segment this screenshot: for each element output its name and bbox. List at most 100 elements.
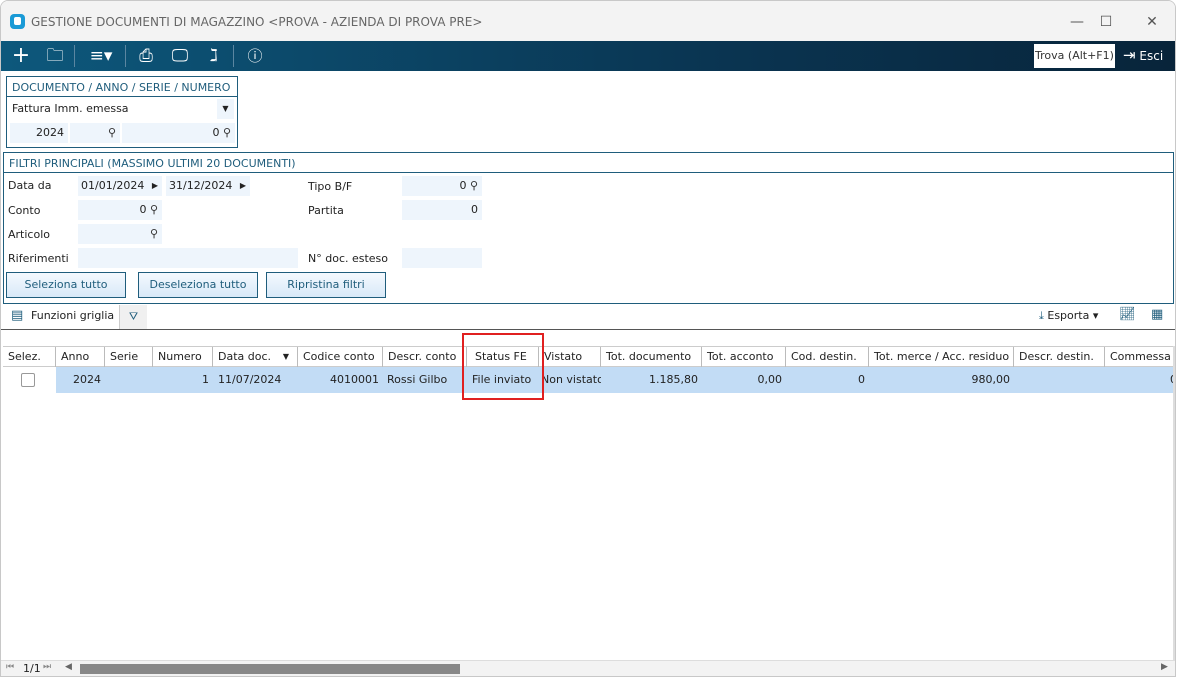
column-header[interactable]: Cod. destin. [786, 347, 869, 367]
sort-desc-icon: ▼ [282, 352, 289, 361]
series-field[interactable]: ⚲ [70, 123, 120, 143]
column-header[interactable]: Tot. documento [601, 347, 702, 367]
arrow-right-icon[interactable]: ▶ [152, 176, 158, 196]
filters-header: FILTRI PRINCIPALI (MASSIMO ULTIMI 20 DOC… [4, 153, 1173, 173]
cell-commessa: 0 [1105, 367, 1175, 393]
partita-label: Partita [308, 204, 344, 217]
maximize-button[interactable]: ☐ [1091, 11, 1121, 33]
cell-cod-destin: 0 [858, 373, 865, 386]
separator [74, 45, 75, 67]
cell-vistato: Non vistato [541, 373, 601, 386]
vertical-scrollbar[interactable] [1173, 346, 1175, 661]
account-value: 0 [139, 203, 147, 216]
partita-field[interactable]: 0 [402, 200, 482, 220]
date-to-field[interactable]: 31/12/2024 ▶ [166, 176, 250, 196]
account-field[interactable]: 0 ⚲ [78, 200, 162, 220]
grid-layout-icon[interactable]: ▦ [1151, 307, 1163, 322]
open-folder-icon[interactable]: 🗀 [42, 45, 68, 67]
window-title: GESTIONE DOCUMENTI DI MAGAZZINO <PROVA -… [31, 15, 483, 29]
row-select-checkbox[interactable] [21, 373, 35, 387]
scroll-right-icon[interactable]: ▶ [1161, 662, 1168, 672]
column-header[interactable]: Vistato [539, 347, 601, 367]
find-button[interactable]: Trova (Alt+F1) [1034, 44, 1115, 68]
date-from-field[interactable]: 01/01/2024 ▶ [78, 176, 162, 196]
ext-doc-field[interactable] [402, 248, 482, 268]
exit-label: Esci [1139, 49, 1164, 63]
article-field[interactable]: ⚲ [78, 224, 162, 244]
horizontal-scrollbar-thumb[interactable] [80, 664, 460, 674]
column-header[interactable]: Codice conto [298, 347, 383, 367]
export-label: Esporta [1047, 309, 1090, 322]
cell-descr-destin [1014, 367, 1105, 393]
date-from-label: Data da [8, 179, 52, 192]
chart-icon[interactable]: 📈︎ [1119, 307, 1136, 322]
search-icon[interactable]: ⚲ [223, 126, 231, 139]
references-label: Riferimenti [8, 252, 69, 265]
search-icon[interactable]: ⚲ [150, 203, 158, 216]
document-type-select[interactable]: Fattura Imm. emessa [12, 99, 129, 119]
app-icon [10, 14, 25, 29]
account-label: Conto [8, 204, 41, 217]
search-icon[interactable]: ⚲ [470, 179, 478, 192]
search-icon[interactable]: ⚲ [108, 126, 116, 139]
grid-header: Selez. Anno Serie Numero Data doc. ▼ Codi… [3, 346, 1175, 367]
column-header[interactable]: Data doc. ▼ [213, 347, 298, 367]
chevron-down-icon[interactable]: ▼ [217, 99, 234, 119]
cell-data: 11/07/2024 [218, 373, 282, 386]
select-all-button[interactable]: Seleziona tutto [6, 272, 126, 298]
search-icon[interactable]: ⚲ [150, 227, 158, 240]
close-button[interactable]: ✕ [1137, 11, 1167, 33]
arrow-right-icon[interactable]: ▶ [240, 176, 246, 196]
column-label: Data doc. [218, 350, 272, 363]
menu-icon[interactable]: ≡▾ [85, 45, 117, 67]
reset-filters-button[interactable]: Ripristina filtri [266, 272, 386, 298]
separator [233, 45, 234, 67]
deselect-all-button[interactable]: Deseleziona tutto [138, 272, 258, 298]
highlight-box [462, 333, 544, 400]
exit-button[interactable]: ⇥ Esci [1123, 45, 1163, 66]
minimize-button[interactable]: — [1062, 11, 1092, 33]
column-header[interactable]: Tot. acconto [702, 347, 786, 367]
number-field[interactable]: 0 ⚲ [122, 123, 235, 143]
type-bf-field[interactable]: 0 ⚲ [402, 176, 482, 196]
article-label: Articolo [8, 228, 50, 241]
cell-numero: 1 [202, 373, 209, 386]
number-value: 0 [212, 126, 220, 139]
column-header[interactable]: Selez. [3, 347, 56, 367]
cell-serie [105, 367, 153, 393]
ext-doc-label: N° doc. esteso [308, 252, 389, 265]
column-header[interactable]: Tot. merce / Acc. residuo [869, 347, 1014, 367]
references-field[interactable] [78, 248, 298, 268]
cell-tot-merce: 980,00 [971, 373, 1011, 386]
cell-descr-conto: Rossi Gilbo [387, 373, 448, 386]
column-header[interactable]: Numero [153, 347, 213, 367]
cell-codice-conto: 4010001 [330, 373, 379, 386]
column-header[interactable]: Serie [105, 347, 153, 367]
first-page-icon[interactable]: ⏮ [6, 662, 14, 672]
type-bf-value: 0 [459, 179, 467, 192]
download-icon: ⤓ [1039, 309, 1044, 322]
grid-functions-button[interactable]: Funzioni griglia [31, 306, 114, 326]
print-icon[interactable]: ⎙ [133, 45, 159, 67]
help-icon[interactable]: ⓘ [242, 45, 268, 67]
export-button[interactable]: ⤓ Esporta ▾ [1039, 306, 1098, 326]
scroll-left-icon[interactable]: ◀ [65, 662, 72, 672]
divider [1, 329, 1175, 330]
cell-anno: 2024 [73, 373, 101, 386]
document-panel-header: DOCUMENTO / ANNO / SERIE / NUMERO [7, 77, 237, 97]
filter-icon[interactable]: ⛛ [119, 305, 147, 329]
column-header[interactable]: Descr. conto [383, 347, 467, 367]
column-header[interactable]: Descr. destin. [1014, 347, 1105, 367]
grid-functions-icon[interactable]: ▤ [11, 308, 23, 323]
pdf-icon[interactable]: ℷ [201, 45, 227, 67]
column-header[interactable]: Commessa [1105, 347, 1175, 367]
column-header[interactable]: Anno [56, 347, 105, 367]
date-from-value: 01/01/2024 [81, 179, 145, 192]
date-to-value: 31/12/2024 [169, 179, 233, 192]
year-field[interactable]: 2024 [10, 123, 68, 143]
main-toolbar: + 🗀 ≡▾ ⎙ 🖵 ℷ ⓘ [1, 41, 1175, 71]
cell-tot-acconto: 0,00 [757, 373, 783, 386]
new-icon[interactable]: + [8, 45, 34, 67]
monitor-icon[interactable]: 🖵 [167, 45, 193, 67]
last-page-icon[interactable]: ⏭ [43, 662, 51, 672]
